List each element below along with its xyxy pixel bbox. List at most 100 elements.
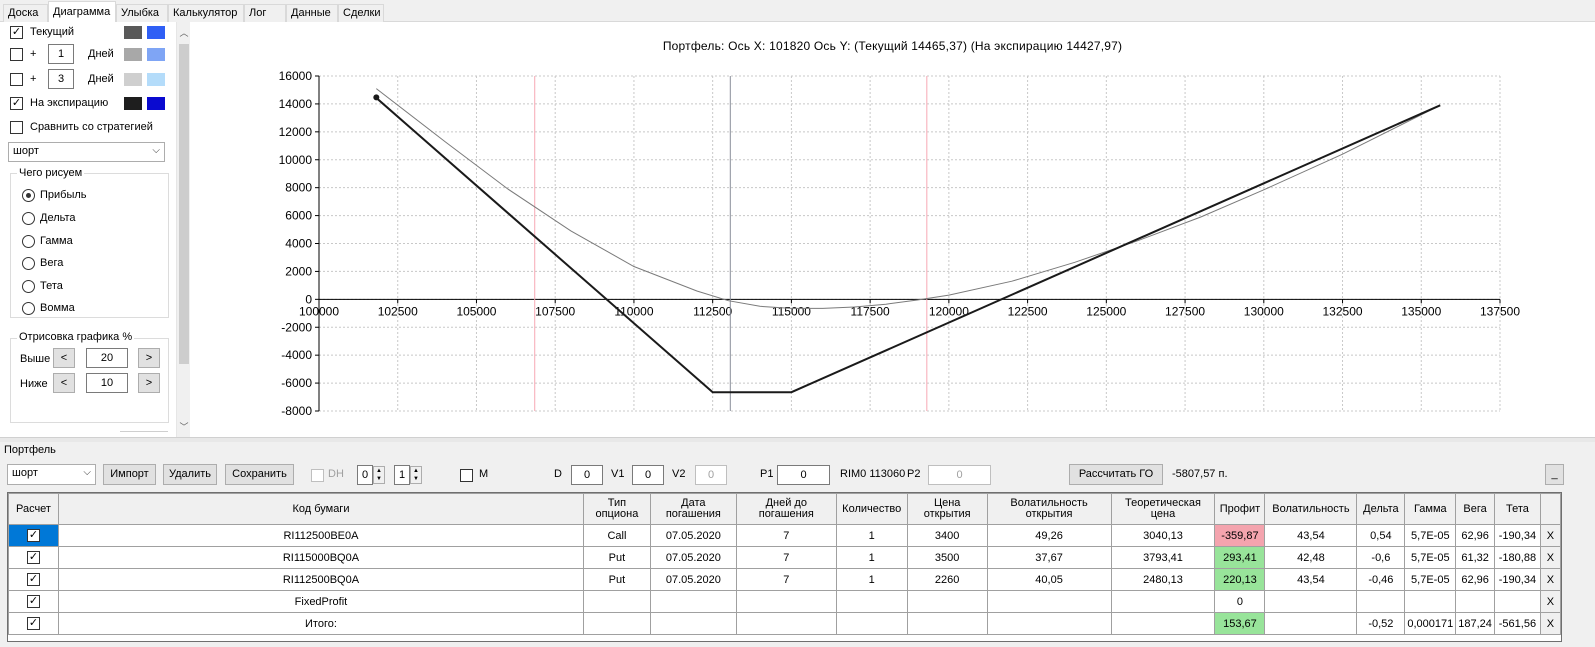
d-input[interactable]: 0 <box>571 465 603 485</box>
col-calc-header[interactable]: Расчет <box>8 493 59 525</box>
scroll-down-icon[interactable]: ﹀ <box>177 420 191 433</box>
plus1-color2-swatch[interactable] <box>147 48 165 61</box>
plus3-color-swatch[interactable] <box>124 73 142 86</box>
plus1-color-swatch[interactable] <box>124 48 142 61</box>
table-row[interactable]: ✓ FixedProfit 0 X <box>8 590 1561 613</box>
col-date-header[interactable]: Дата погашения <box>649 493 737 525</box>
current-checkbox[interactable]: ✓ <box>10 26 23 39</box>
radio-vomma[interactable] <box>22 302 35 315</box>
expiry-color-swatch[interactable] <box>124 97 142 110</box>
plus3-color2-swatch[interactable] <box>147 73 165 86</box>
current-color2-swatch[interactable] <box>147 26 165 39</box>
v1-input[interactable]: 0 <box>632 465 664 485</box>
remove-row-button[interactable]: X <box>1539 568 1561 591</box>
row-calc-cell[interactable]: ✓ <box>8 524 59 547</box>
col-delta-header[interactable]: Дельта <box>1356 493 1406 525</box>
row-calc-cell[interactable]: ✓ <box>8 546 59 569</box>
col-vega-header[interactable]: Вега <box>1455 493 1495 525</box>
col-vol-header[interactable]: Волатильность <box>1264 493 1358 525</box>
m-checkbox[interactable] <box>460 469 473 482</box>
col-open-header[interactable]: Цена открытия <box>906 493 988 525</box>
above-decrease-button[interactable]: < <box>53 348 75 368</box>
import-button[interactable]: Импорт <box>103 464 156 485</box>
tab-smile[interactable]: Улыбка <box>116 4 168 22</box>
dh2-spinner[interactable]: ▲ ▼ <box>410 466 422 484</box>
radio-profit[interactable] <box>22 189 35 202</box>
dh-checkbox[interactable] <box>311 469 324 482</box>
row-calc-cell[interactable]: ✓ <box>8 568 59 591</box>
row-calc-checkbox[interactable]: ✓ <box>26 551 40 564</box>
dh1-spinner[interactable]: ▲ ▼ <box>373 466 385 484</box>
delete-button[interactable]: Удалить <box>163 464 217 485</box>
row-calc-checkbox[interactable]: ✓ <box>26 573 40 586</box>
table-row[interactable]: ✓ Итого: 153,67 -0,52 0,000171 187,24 -561,56 X <box>8 612 1561 635</box>
tab-data[interactable]: Данные <box>286 4 338 22</box>
below-decrease-button[interactable]: < <box>53 373 75 393</box>
scrollbar-thumb[interactable] <box>179 44 189 364</box>
compare-checkbox[interactable] <box>10 121 23 134</box>
row-calc-cell[interactable]: ✓ <box>8 590 59 613</box>
strategy-select[interactable]: шорт ⌵ <box>8 142 165 162</box>
plus1-days-input[interactable]: 1 <box>48 44 74 64</box>
calc-go-button[interactable]: Рассчитать ГО <box>1069 464 1163 485</box>
tab-deals[interactable]: Сделки <box>338 4 384 22</box>
below-input[interactable]: 10 <box>86 373 128 393</box>
table-row[interactable]: ✓ RI112500BQ0A Put 07.05.2020 7 1 2260 40,05 248… <box>8 568 1561 591</box>
col-days-header[interactable]: Дней до погашения <box>735 493 837 525</box>
p1-input[interactable]: 0 <box>777 465 830 485</box>
splitter[interactable] <box>0 437 1595 442</box>
remove-row-button[interactable]: X <box>1539 612 1561 635</box>
remove-row-button[interactable]: X <box>1539 524 1561 547</box>
expiry-checkbox[interactable]: ✓ <box>10 97 23 110</box>
cell-open <box>906 612 988 635</box>
col-code-header[interactable]: Код бумаги <box>57 493 584 525</box>
table-row[interactable]: ✓ RI115000BQ0A Put 07.05.2020 7 1 3500 37,67 379… <box>8 546 1561 569</box>
cell-type <box>582 612 651 635</box>
below-increase-button[interactable]: > <box>138 373 160 393</box>
cell-vol-open <box>986 612 1112 635</box>
row-calc-checkbox[interactable]: ✓ <box>26 529 40 542</box>
minimize-button[interactable]: _ <box>1545 464 1564 485</box>
tab-calculator[interactable]: Калькулятор <box>168 4 244 22</box>
tab-diagram[interactable]: Диаграмма <box>48 1 116 23</box>
plus3-days-input[interactable]: 3 <box>48 69 74 89</box>
col-profit-header[interactable]: Профит <box>1214 493 1266 525</box>
row-calc-checkbox[interactable]: ✓ <box>26 595 40 608</box>
tab-board[interactable]: Доска <box>3 4 48 22</box>
col-gamma-header[interactable]: Гамма <box>1404 493 1457 525</box>
tab-log[interactable]: Лог <box>244 4 286 22</box>
radio-theta[interactable] <box>22 280 35 293</box>
col-theor-header[interactable]: Теоретическая цена <box>1110 493 1216 525</box>
radio-delta[interactable] <box>22 212 35 225</box>
above-increase-button[interactable]: > <box>138 348 160 368</box>
table-row[interactable]: ✓ RI112500BE0A Call 07.05.2020 7 1 3400 49,26 30… <box>8 524 1561 547</box>
cell-theor: 3040,13 <box>1110 524 1216 547</box>
radio-vega[interactable] <box>22 257 35 270</box>
row-calc-cell[interactable]: ✓ <box>8 612 59 635</box>
col-volopen-header[interactable]: Волатильность открытия <box>986 493 1112 525</box>
col-qty-header[interactable]: Количество <box>835 493 908 525</box>
radio-gamma[interactable] <box>22 235 35 248</box>
p2-input[interactable]: 0 <box>928 465 991 485</box>
remove-row-button[interactable]: X <box>1539 590 1561 613</box>
above-input[interactable]: 20 <box>86 348 128 368</box>
plus3-checkbox[interactable] <box>10 73 23 86</box>
col-theta-header[interactable]: Тета <box>1493 493 1541 525</box>
left-panel-scrollbar[interactable]: ︿ ﹀ <box>176 22 190 440</box>
y-tick-label: -4000 <box>281 348 312 362</box>
expiry-color2-swatch[interactable] <box>147 97 165 110</box>
remove-row-button[interactable]: X <box>1539 546 1561 569</box>
plus1-checkbox[interactable] <box>10 48 23 61</box>
row-calc-checkbox[interactable]: ✓ <box>26 617 40 630</box>
dh1-input[interactable]: 0 <box>357 465 373 485</box>
save-button[interactable]: Сохранить <box>225 464 294 485</box>
v2-input[interactable]: 0 <box>695 465 727 485</box>
scroll-up-icon[interactable]: ︿ <box>177 26 191 39</box>
y-tick-label: 16000 <box>279 69 313 83</box>
portfolio-select[interactable]: шорт ⌵ <box>7 464 96 485</box>
col-type-header[interactable]: Тип опциона <box>582 493 651 525</box>
cell-vega <box>1455 590 1495 613</box>
current-color-swatch[interactable] <box>124 26 142 39</box>
dh2-input[interactable]: 1 <box>394 465 410 485</box>
cell-code: RI112500BE0A <box>57 524 584 547</box>
